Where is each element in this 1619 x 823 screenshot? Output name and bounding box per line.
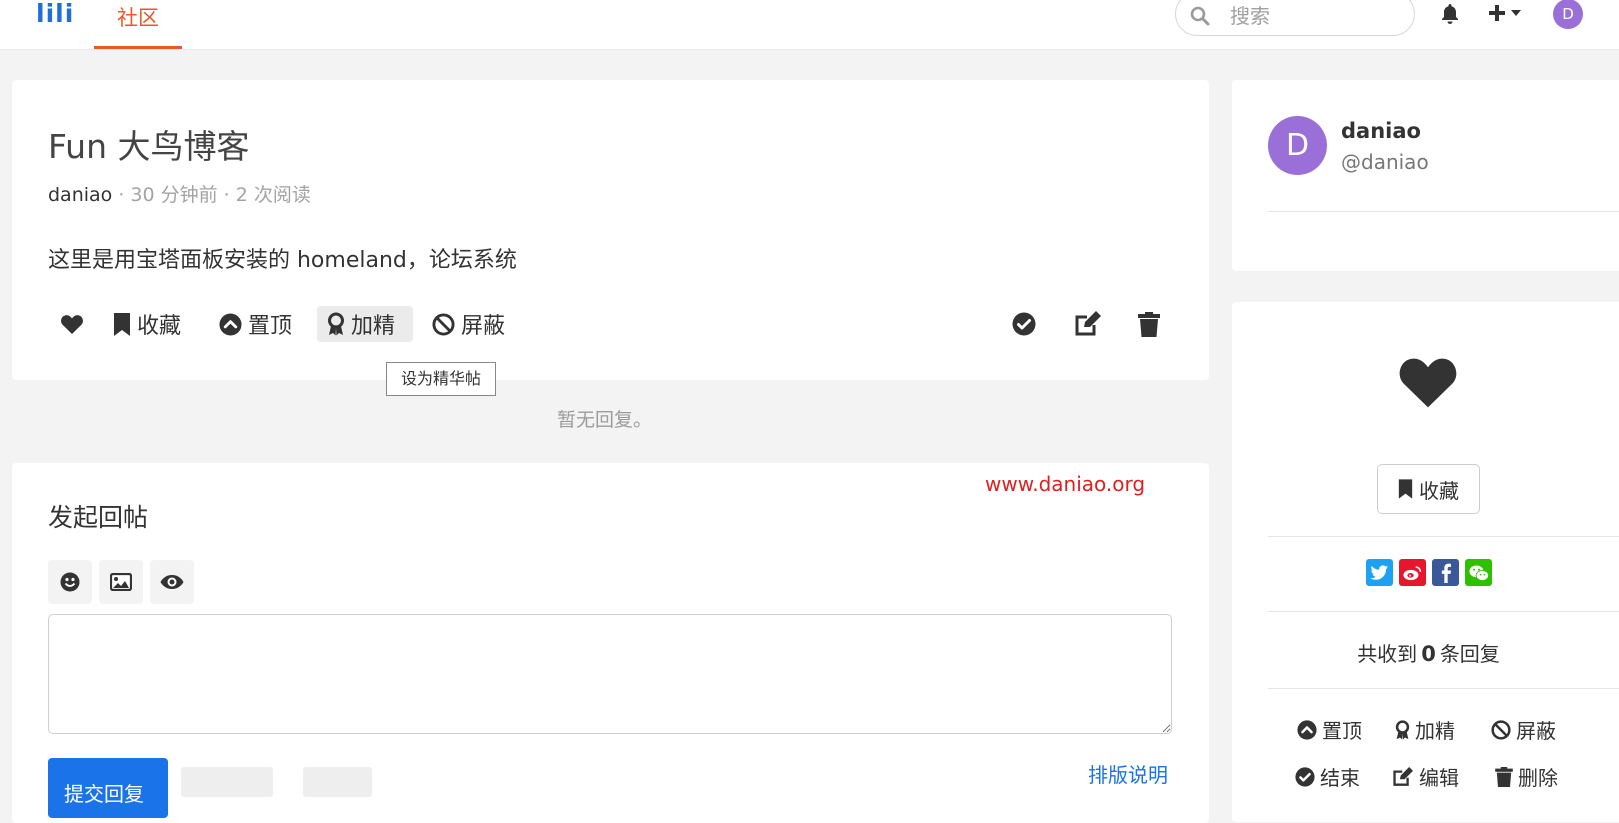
topic-meta-info: · 30 分钟前 · 2 次阅读 xyxy=(112,184,311,206)
search-box[interactable] xyxy=(1175,0,1415,36)
sidebar-close-button[interactable]: 结束 xyxy=(1295,762,1360,791)
divider xyxy=(1268,211,1619,212)
topic-body: 这里是用宝塔面板安装的 homeland，论坛系统 xyxy=(48,248,517,273)
bookmark-icon xyxy=(1398,479,1413,499)
ban-icon xyxy=(1491,719,1511,740)
edit-topic-button[interactable] xyxy=(1074,306,1102,342)
bell-icon[interactable] xyxy=(1440,3,1460,25)
watermark-text: www.daniao.org xyxy=(985,472,1146,496)
check-circle-icon xyxy=(1295,766,1315,787)
weibo-icon[interactable] xyxy=(1399,559,1426,586)
reply-count-suffix: 条回复 xyxy=(1439,642,1500,666)
divider xyxy=(1268,536,1619,537)
author-name[interactable]: daniao xyxy=(1341,119,1421,143)
ban-button[interactable]: 屏蔽 xyxy=(432,306,505,342)
excellent-label: 加精 xyxy=(351,314,396,339)
edit-icon xyxy=(1392,766,1414,787)
share-buttons xyxy=(1366,559,1492,586)
format-help-link[interactable]: 排版说明 xyxy=(1088,759,1168,788)
author-avatar[interactable]: D xyxy=(1268,116,1327,175)
topic-meta: daniao · 30 分钟前 · 2 次阅读 xyxy=(48,180,311,207)
reply-count-number: 0 xyxy=(1421,642,1436,666)
topic-card: Fun 大鸟博客 daniao · 30 分钟前 · 2 次阅读 这里是用宝塔面… xyxy=(12,80,1209,380)
sidebar-pin-label: 置顶 xyxy=(1322,719,1362,743)
reply-count: 共收到 0 条回复 xyxy=(1232,638,1619,667)
nav-tab-community-label: 社区 xyxy=(117,6,159,30)
favorite-button[interactable]: 收藏 xyxy=(113,306,181,342)
chevron-up-circle-icon xyxy=(219,312,242,336)
eye-icon xyxy=(160,574,184,590)
twitter-icon[interactable] xyxy=(1366,559,1393,586)
delete-topic-button[interactable] xyxy=(1138,306,1160,342)
plus-icon xyxy=(1487,3,1507,23)
sidebar-favorite-button[interactable]: 收藏 xyxy=(1377,464,1480,514)
heart-icon[interactable] xyxy=(1396,353,1460,410)
reply-title: 发起回帖 xyxy=(48,503,149,532)
trash-icon xyxy=(1138,311,1160,337)
shortcut-key xyxy=(303,767,372,797)
ban-icon xyxy=(432,312,455,336)
top-navbar: lili 社区 D xyxy=(0,0,1619,50)
sidebar-delete-button[interactable]: 删除 xyxy=(1495,762,1558,791)
topic-author-link[interactable]: daniao xyxy=(48,184,112,206)
sidebar-favorite-label: 收藏 xyxy=(1419,478,1459,503)
excellent-button[interactable]: 加精 xyxy=(317,306,413,342)
like-button[interactable] xyxy=(60,306,84,342)
pin-label: 置顶 xyxy=(248,314,293,339)
favorite-label: 收藏 xyxy=(137,314,182,339)
no-reply-text: 暂无回复。 xyxy=(556,409,652,431)
image-icon xyxy=(110,573,132,591)
topic-title: Fun 大鸟博客 xyxy=(48,127,250,166)
pin-button[interactable]: 置顶 xyxy=(219,306,292,342)
heart-icon xyxy=(60,313,84,335)
shortcut-key xyxy=(181,767,273,797)
close-topic-button[interactable] xyxy=(1012,306,1036,342)
caret-down-icon xyxy=(1511,10,1521,16)
nav-tab-community[interactable]: 社区 xyxy=(94,0,182,49)
sidebar-actions-card: 收藏 共收到 0 条回复 置顶 加精 屏蔽 结束 编辑 删除 xyxy=(1232,302,1619,822)
sidebar-edit-label: 编辑 xyxy=(1419,766,1459,790)
emoji-button[interactable] xyxy=(48,560,92,604)
new-menu-button[interactable] xyxy=(1487,3,1521,23)
emoji-icon xyxy=(60,572,80,592)
sidebar-close-label: 结束 xyxy=(1320,766,1360,790)
bookmark-icon xyxy=(113,312,131,336)
submit-reply-button[interactable]: 提交回复 xyxy=(48,758,168,818)
award-icon xyxy=(1395,719,1410,740)
reply-card: 发起回帖 提交回复 排版说明 xyxy=(12,463,1209,823)
sidebar-edit-button[interactable]: 编辑 xyxy=(1392,762,1459,791)
reply-count-prefix: 共收到 xyxy=(1357,642,1418,666)
check-circle-icon xyxy=(1012,312,1036,336)
sidebar-delete-label: 删除 xyxy=(1518,766,1558,790)
search-input[interactable] xyxy=(1228,3,1402,29)
excellent-tooltip: 设为精华帖 xyxy=(386,362,496,396)
wechat-icon[interactable] xyxy=(1465,559,1492,586)
edit-icon xyxy=(1074,311,1102,337)
author-handle: @daniao xyxy=(1341,150,1429,174)
trash-icon xyxy=(1495,766,1513,787)
ban-label: 屏蔽 xyxy=(461,314,506,339)
award-icon xyxy=(327,312,345,336)
upload-image-button[interactable] xyxy=(99,560,143,604)
reply-textarea[interactable] xyxy=(48,614,1172,734)
sidebar-ban-button[interactable]: 屏蔽 xyxy=(1491,715,1556,744)
author-card: D daniao @daniao xyxy=(1232,80,1619,271)
facebook-icon[interactable] xyxy=(1432,559,1459,586)
search-icon xyxy=(1190,6,1210,26)
sidebar-pin-button[interactable]: 置顶 xyxy=(1297,715,1362,744)
sidebar-ban-label: 屏蔽 xyxy=(1516,719,1556,743)
divider xyxy=(1268,611,1619,612)
preview-button[interactable] xyxy=(150,560,194,604)
user-avatar[interactable]: D xyxy=(1553,0,1583,29)
divider xyxy=(1268,688,1619,689)
sidebar-excellent-label: 加精 xyxy=(1415,719,1455,743)
site-logo[interactable]: lili xyxy=(36,0,74,28)
sidebar-excellent-button[interactable]: 加精 xyxy=(1395,715,1455,744)
chevron-up-circle-icon xyxy=(1297,719,1317,740)
